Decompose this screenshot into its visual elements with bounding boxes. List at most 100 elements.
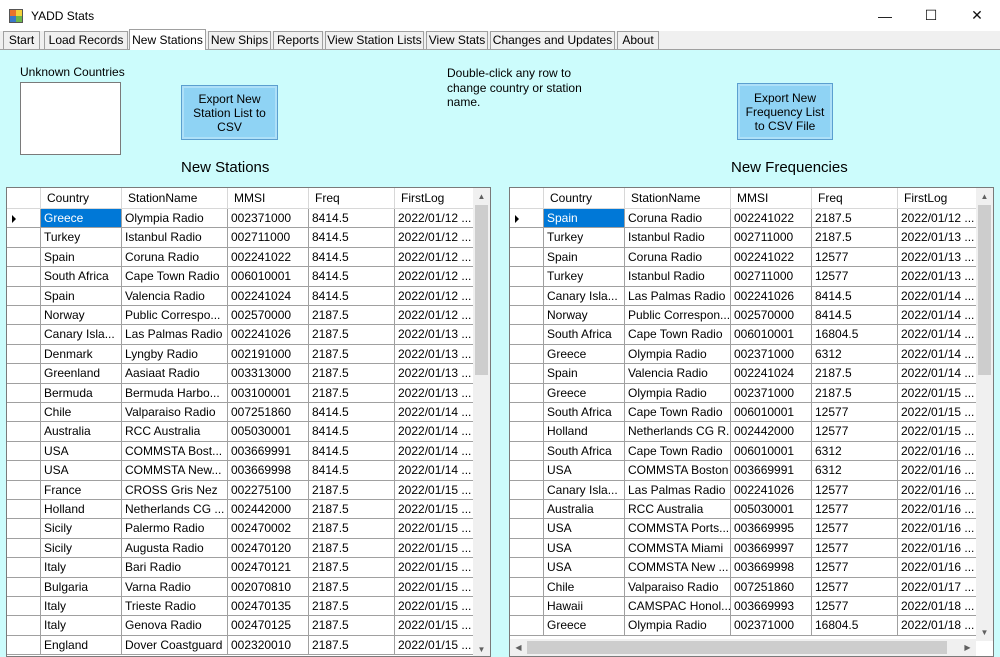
cell-freq[interactable]: 12577 (812, 558, 898, 578)
row-header[interactable] (510, 286, 544, 306)
cell-country[interactable]: Norway (41, 306, 122, 326)
cell-mmsi[interactable]: 003313000 (228, 364, 309, 384)
row-header[interactable] (510, 519, 544, 539)
cell-country[interactable]: Spain (544, 247, 625, 268)
table-row[interactable]: Chile Valparaiso Radio 007251860 8414.5 2022… (7, 403, 490, 423)
cell-mmsi[interactable]: 002711000 (228, 228, 309, 248)
row-header[interactable] (510, 597, 544, 617)
cell-freq[interactable]: 2187.5 (309, 616, 395, 636)
cell-station-name[interactable]: Palermo Radio (122, 519, 228, 539)
table-row[interactable]: Bulgaria Varna Radio 002070810 2187.5 2022/0… (7, 577, 490, 597)
cell-station-name[interactable]: COMMSTA Boston (625, 461, 731, 481)
cell-freq[interactable]: 2187.5 (812, 228, 898, 248)
cell-station-name[interactable]: Cape Town Radio (625, 325, 731, 345)
cell-mmsi[interactable]: 002241022 (731, 209, 812, 229)
table-row[interactable]: South Africa Cape Town Radio 006010001 1680… (510, 325, 993, 345)
cell-station-name[interactable]: Cape Town Radio (122, 267, 228, 287)
cell-station-name[interactable]: Public Correspo... (122, 306, 228, 326)
cell-country[interactable]: Sicily (41, 519, 122, 539)
scroll-right-icon[interactable]: ▶ (959, 639, 976, 656)
cell-station-name[interactable]: COMMSTA New... (122, 461, 228, 481)
cell-freq[interactable]: 12577 (812, 403, 898, 423)
row-header[interactable] (7, 538, 41, 559)
row-header[interactable] (510, 500, 544, 520)
row-header[interactable] (510, 325, 544, 345)
table-row[interactable]: Turkey Istanbul Radio 002711000 8414.5 2022/… (7, 228, 490, 248)
cell-mmsi[interactable]: 003669991 (731, 461, 812, 481)
cell-freq[interactable]: 8414.5 (812, 306, 898, 326)
cell-mmsi[interactable]: 002371000 (228, 209, 309, 229)
table-row[interactable]: Spain Coruna Radio 002241022 12577 2022/01/1… (510, 247, 993, 268)
cell-mmsi[interactable]: 003669995 (731, 519, 812, 539)
cell-station-name[interactable]: Olympia Radio (625, 383, 731, 403)
cell-freq[interactable]: 8414.5 (309, 247, 395, 268)
tab-load-records[interactable]: Load Records (44, 31, 128, 49)
cell-station-name[interactable]: CAMSPAC Honol... (625, 597, 731, 617)
table-row[interactable]: Italy Genova Radio 002470125 2187.5 2022/01/… (7, 616, 490, 636)
tab-view-stats[interactable]: View Stats (426, 31, 488, 49)
cell-country[interactable]: Norway (544, 306, 625, 326)
cell-station-name[interactable]: Bermuda Harbo... (122, 383, 228, 403)
cell-station-name[interactable]: Las Palmas Radio (122, 325, 228, 345)
maximize-button[interactable]: ☐ (908, 0, 954, 31)
cell-station-name[interactable]: CROSS Gris Nez (122, 480, 228, 500)
cell-mmsi[interactable]: 002070810 (228, 577, 309, 597)
cell-country[interactable]: Holland (544, 422, 625, 442)
row-header[interactable] (7, 344, 41, 365)
cell-country[interactable]: South Africa (41, 267, 122, 287)
table-row[interactable]: England Dover Coastguard 002320010 2187.5 20… (7, 635, 490, 656)
row-header[interactable] (510, 403, 544, 423)
cell-mmsi[interactable]: 002275100 (228, 480, 309, 500)
row-header[interactable] (510, 383, 544, 403)
tab-view-station-lists[interactable]: View Station Lists (325, 31, 424, 49)
table-row[interactable]: Turkey Istanbul Radio 002711000 2187.5 2022/… (510, 228, 993, 248)
tab-reports[interactable]: Reports (273, 31, 323, 49)
row-header[interactable] (510, 209, 544, 229)
table-row[interactable]: USA COMMSTA New ... 003669998 12577 2022/01/… (510, 558, 993, 578)
cell-mmsi[interactable]: 002241026 (731, 480, 812, 500)
cell-country[interactable]: USA (41, 461, 122, 481)
stations-scroll-thumb[interactable] (475, 205, 488, 375)
new-stations-grid[interactable]: Country StationName MMSI Freq FirstLog Greece… (6, 187, 491, 657)
cell-freq[interactable]: 2187.5 (309, 325, 395, 345)
cell-freq[interactable]: 12577 (812, 247, 898, 268)
row-header[interactable] (7, 286, 41, 306)
cell-station-name[interactable]: Coruna Radio (122, 247, 228, 268)
cell-mmsi[interactable]: 002241024 (731, 364, 812, 384)
table-row[interactable]: South Africa Cape Town Radio 006010001 1257… (510, 403, 993, 423)
row-header[interactable] (7, 422, 41, 442)
cell-country[interactable]: USA (544, 461, 625, 481)
row-header[interactable] (510, 480, 544, 500)
cell-station-name[interactable]: RCC Australia (122, 422, 228, 442)
table-row[interactable]: Spain Valencia Radio 002241024 2187.5 2022/0… (510, 364, 993, 384)
cell-freq[interactable]: 2187.5 (812, 209, 898, 229)
freq-scroll-thumb[interactable] (978, 205, 991, 375)
export-frequencies-button[interactable]: Export New Frequency List to CSV File (737, 83, 833, 140)
cell-station-name[interactable]: Netherlands CG ... (122, 500, 228, 520)
cell-freq[interactable]: 2187.5 (309, 538, 395, 559)
table-row[interactable]: Chile Valparaiso Radio 007251860 12577 2022/… (510, 577, 993, 597)
cell-freq[interactable]: 8414.5 (309, 286, 395, 306)
cell-freq[interactable]: 2187.5 (812, 364, 898, 384)
cell-mmsi[interactable]: 003669998 (228, 461, 309, 481)
cell-country[interactable]: Denmark (41, 344, 122, 365)
cell-station-name[interactable]: Olympia Radio (122, 209, 228, 229)
cell-freq[interactable]: 8414.5 (309, 422, 395, 442)
cell-mmsi[interactable]: 002470120 (228, 538, 309, 559)
cell-freq[interactable]: 8414.5 (309, 461, 395, 481)
row-header[interactable] (510, 577, 544, 597)
cell-country[interactable]: Turkey (544, 228, 625, 248)
table-row[interactable]: Bermuda Bermuda Harbo... 003100001 2187.5 20… (7, 383, 490, 403)
table-row[interactable]: Denmark Lyngby Radio 002191000 2187.5 2022/0… (7, 344, 490, 365)
cell-mmsi[interactable]: 002711000 (731, 267, 812, 287)
cell-freq[interactable]: 12577 (812, 577, 898, 597)
cell-station-name[interactable]: Aasiaat Radio (122, 364, 228, 384)
table-row[interactable]: USA COMMSTA Boston 003669991 6312 2022/01/16… (510, 461, 993, 481)
cell-country[interactable]: Turkey (41, 228, 122, 248)
table-row[interactable]: Greenland Aasiaat Radio 003313000 2187.5 202… (7, 364, 490, 384)
tab-new-ships[interactable]: New Ships (208, 31, 271, 49)
cell-country[interactable]: Bermuda (41, 383, 122, 403)
cell-station-name[interactable]: Valparaiso Radio (625, 577, 731, 597)
table-row[interactable]: Australia RCC Australia 005030001 8414.5 202… (7, 422, 490, 442)
scroll-down-icon[interactable]: ▼ (976, 624, 993, 641)
